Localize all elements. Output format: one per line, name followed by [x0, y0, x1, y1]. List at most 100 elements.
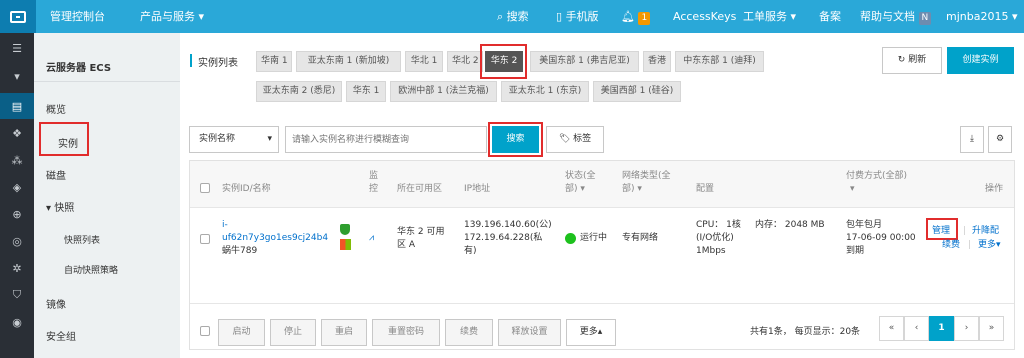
monitor-chart-icon[interactable]: ⩘	[369, 232, 374, 245]
create-instance-button[interactable]: 创建实例	[947, 47, 1014, 74]
globe-icon[interactable]: ⊕	[0, 201, 34, 227]
mobile-link[interactable]: ▯ 手机版	[556, 0, 599, 33]
region-tab[interactable]: 香港	[643, 51, 671, 72]
table-settings-button[interactable]: ⚙	[988, 126, 1012, 153]
tickets-menu[interactable]: 工单服务 ▾	[743, 0, 801, 33]
page-1-button[interactable]: 1	[929, 316, 954, 341]
top-navbar: 管理控制台 产品与服务 ▾ ⌕ 搜索 ▯ 手机版 🔔︎ 1 AccessKeys…	[0, 0, 1024, 33]
release-settings-button[interactable]: 释放设置	[498, 319, 561, 346]
config-cpu: CPU： 1核	[696, 220, 741, 230]
security-icon[interactable]: ⛉	[0, 282, 34, 308]
config-bandwidth: 1Mbps	[696, 246, 726, 256]
instance-name: 蜗牛789	[222, 246, 258, 256]
menu-toggle-icon[interactable]: ☰	[0, 35, 34, 61]
reset-password-button[interactable]: 重置密码	[372, 319, 440, 346]
sidebar-item-auto-snapshot[interactable]: 自动快照策略	[64, 263, 118, 276]
stop-button[interactable]: 停止	[270, 319, 316, 346]
title-accent-bar	[190, 54, 192, 67]
instance-zone-2: 区 A	[397, 240, 416, 250]
action-divider: |	[963, 226, 967, 236]
instance-list-title: 实例列表	[198, 58, 238, 69]
region-tab[interactable]: 亚太东北 1 (东京)	[501, 81, 589, 102]
col-header-network[interactable]: 网络类型(全	[622, 170, 671, 183]
help-menu[interactable]: 帮助与文档 N	[860, 0, 932, 33]
region-tab[interactable]: 华北 1	[405, 51, 443, 72]
start-button[interactable]: 启动	[218, 319, 265, 346]
accesskeys-link[interactable]: AccessKeys	[673, 0, 736, 33]
restart-button[interactable]: 重启	[321, 319, 367, 346]
notification-badge: 1	[638, 12, 651, 25]
select-all-checkbox[interactable]	[200, 183, 210, 193]
col-header-monitor: 监	[369, 171, 379, 181]
region-tab[interactable]: 亚太东南 1 (新加坡)	[296, 51, 401, 72]
region-tab[interactable]: 亚太东南 2 (悉尼)	[256, 81, 342, 102]
instance-id-link[interactable]: i-	[222, 219, 228, 232]
gear-icon: ⚙	[995, 134, 1005, 144]
status-text: 运行中	[580, 233, 608, 243]
monitor-icon[interactable]: ◉	[0, 309, 34, 335]
footer-select-all-checkbox[interactable]	[200, 326, 210, 336]
user-menu[interactable]: mjnba2015 ▾	[946, 0, 1018, 33]
public-ip: 139.196.140.60(公)	[464, 220, 552, 230]
last-page-button[interactable]: »	[979, 316, 1004, 341]
main-content: 实例列表 华南 1 亚太东南 1 (新加坡) 华北 1 华北 2 华东 2 美国…	[180, 33, 1024, 358]
col-header-status[interactable]: 状态(全	[565, 170, 596, 183]
beian-link[interactable]: 备案	[819, 0, 841, 33]
more-actions-link[interactable]: 更多▾	[978, 239, 1001, 252]
download-icon: ⤓	[970, 134, 974, 144]
search-link[interactable]: ⌕ 搜索	[497, 0, 529, 33]
sidebar-item-disks[interactable]: 磁盘	[46, 167, 66, 182]
col-header-payment[interactable]: 付费方式(全部)	[846, 170, 907, 183]
console-logo-icon[interactable]	[0, 0, 36, 33]
tag-button[interactable]: 🏷︎ 标签	[546, 126, 604, 153]
sidebar-item-security-groups[interactable]: 安全组	[46, 328, 76, 343]
action-divider: |	[968, 240, 972, 250]
search-input[interactable]	[285, 126, 487, 153]
renew-link[interactable]: 续费	[942, 239, 960, 252]
sidebar-item-overview[interactable]: 概览	[46, 101, 66, 116]
storage-icon[interactable]: ◈	[0, 174, 34, 200]
windows-os-icon	[340, 239, 351, 250]
sidebar-item-images[interactable]: 镜像	[46, 296, 66, 311]
mobile-icon: ▯	[556, 10, 563, 23]
dns-icon[interactable]: ◎	[0, 228, 34, 254]
renew-button[interactable]: 续费	[445, 319, 493, 346]
sidebar-item-snapshot-list[interactable]: 快照列表	[64, 233, 100, 246]
running-status-icon	[565, 233, 576, 244]
upgrade-link[interactable]: 升降配	[972, 225, 999, 238]
console-home-link[interactable]: 管理控制台	[50, 0, 105, 33]
prev-page-button[interactable]: ‹	[904, 316, 929, 341]
row-checkbox[interactable]	[200, 234, 210, 244]
config-io: (I/O优化)	[696, 233, 734, 243]
ecs-server-icon[interactable]: ▤	[0, 93, 34, 119]
search-field-select[interactable]: 实例名称 ▾	[189, 126, 279, 153]
region-tab[interactable]: 中东东部 1 (迪拜)	[675, 51, 764, 72]
notifications-button[interactable]: 🔔︎ 1	[621, 0, 651, 33]
first-page-button[interactable]: «	[879, 316, 904, 341]
sidebar-item-snapshots[interactable]: ▾ 快照	[46, 199, 74, 214]
col-header-status-filter[interactable]: 部) ▾	[565, 183, 585, 196]
region-tab[interactable]: 华北 2	[447, 51, 483, 72]
region-tab[interactable]: 华东 1	[346, 81, 386, 102]
instance-id-link-2[interactable]: uf62n7y3go1es9cj24b4	[222, 232, 328, 245]
settings-icon[interactable]: ✲	[0, 255, 34, 281]
search-icon: ⌕	[497, 10, 504, 23]
region-tab[interactable]: 美国东部 1 (弗吉尼亚)	[530, 51, 639, 72]
region-tab[interactable]: 美国西部 1 (硅谷)	[593, 81, 681, 102]
export-button[interactable]: ⤓	[960, 126, 984, 153]
region-tab[interactable]: 华南 1	[256, 51, 292, 72]
col-header-payment-filter[interactable]: ▾	[850, 183, 855, 196]
private-ip-2: 有)	[464, 246, 477, 256]
next-page-button[interactable]: ›	[954, 316, 979, 341]
refresh-button[interactable]: ↻ 刷新	[882, 47, 942, 74]
collapse-caret-icon[interactable]: ▾	[0, 63, 34, 89]
refresh-icon: ↻	[897, 55, 906, 65]
cluster-icon[interactable]: ⁂	[0, 147, 34, 173]
col-header-network-filter[interactable]: 部) ▾	[622, 183, 642, 196]
more-button[interactable]: 更多▴	[566, 319, 616, 346]
payment-type: 包年包月	[846, 220, 883, 230]
products-menu[interactable]: 产品与服务 ▾	[140, 0, 210, 33]
network-icon[interactable]: ❖	[0, 120, 34, 146]
region-tab[interactable]: 欧洲中部 1 (法兰克福)	[390, 81, 497, 102]
col-header-id: 实例ID/名称	[222, 184, 271, 194]
